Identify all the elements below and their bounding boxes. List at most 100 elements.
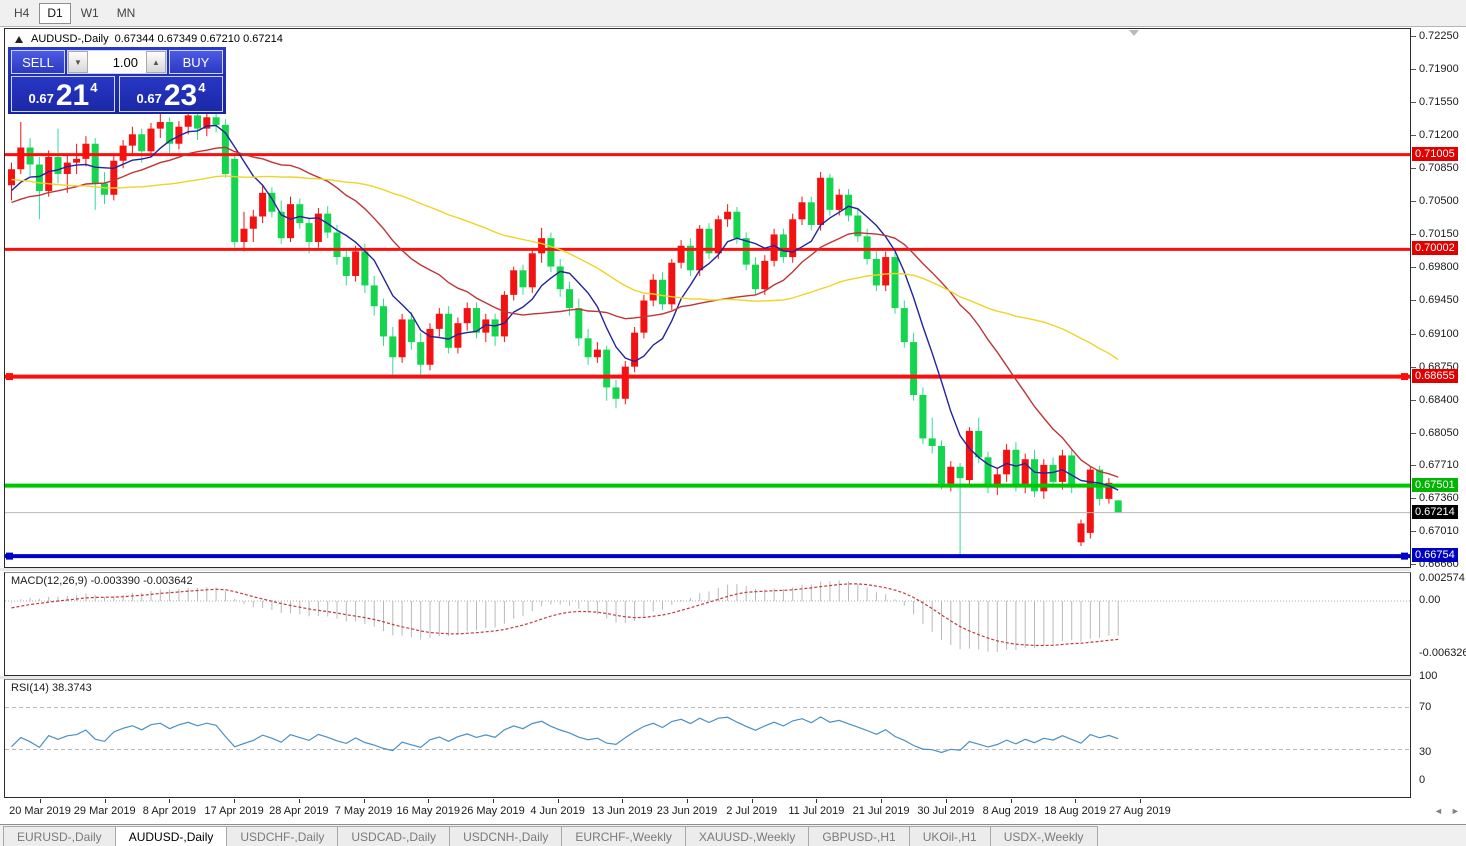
date-axis-label: 30 Jul 2019 xyxy=(917,805,974,817)
price-axis[interactable]: 0.722500.719000.715500.712000.708500.705… xyxy=(1411,28,1466,818)
tab-eurusd-daily[interactable]: EURUSD-,Daily xyxy=(3,826,116,846)
sell-price-display[interactable]: 0.67 21 4 xyxy=(11,76,115,112)
horizontal-scroll-arrows[interactable]: ◄► xyxy=(1434,806,1466,816)
symbol-label: AUDUSD-,Daily xyxy=(31,33,109,45)
timeframe-button-mn[interactable]: MN xyxy=(109,3,144,24)
axis-tick-mark xyxy=(1411,69,1416,70)
tab-audusd-daily[interactable]: AUDUSD-,Daily xyxy=(115,826,228,846)
date-tick-mark xyxy=(1011,799,1012,803)
date-axis-label: 16 May 2019 xyxy=(396,805,460,817)
timeframe-button-w1[interactable]: W1 xyxy=(73,3,107,24)
sell-price-main: 21 xyxy=(56,83,89,109)
date-tick-mark xyxy=(622,799,623,803)
date-axis-label: 23 Jun 2019 xyxy=(657,805,718,817)
price-axis-tick: 0.69800 xyxy=(1419,261,1459,273)
macd-axis-tick: 0.002574 xyxy=(1419,572,1465,584)
buy-price-pip: 4 xyxy=(198,80,205,95)
axis-tick-mark xyxy=(1411,267,1416,268)
chart-title: AUDUSD-,Daily 0.67344 0.67349 0.67210 0.… xyxy=(15,33,283,45)
volume-decrease-button[interactable]: ▼ xyxy=(68,51,88,73)
rsi-axis-tick: 30 xyxy=(1419,746,1431,758)
date-axis-label: 2 Jul 2019 xyxy=(726,805,777,817)
rsi-line xyxy=(12,717,1119,753)
date-axis-label: 28 Apr 2019 xyxy=(269,805,328,817)
tab-usdx-weekly[interactable]: USDX-,Weekly xyxy=(990,826,1098,846)
panel-splitter[interactable] xyxy=(0,568,1466,571)
timeframe-button-d1[interactable]: D1 xyxy=(39,3,70,24)
buy-button[interactable]: BUY xyxy=(169,50,223,74)
date-axis-label: 8 Apr 2019 xyxy=(143,805,196,817)
price-axis-tick: 0.67010 xyxy=(1419,525,1459,537)
axis-tick-mark xyxy=(1411,433,1416,434)
price-level-badge: 0.68655 xyxy=(1412,369,1458,383)
date-axis-label: 13 Jun 2019 xyxy=(592,805,653,817)
price-chart-panel[interactable]: AUDUSD-,Daily 0.67344 0.67349 0.67210 0.… xyxy=(4,28,1411,568)
date-tick-mark xyxy=(1075,799,1076,803)
axis-tick-mark xyxy=(1411,400,1416,401)
price-axis-tick: 0.69100 xyxy=(1419,328,1459,340)
buy-price-main: 23 xyxy=(164,83,197,109)
macd-canvas xyxy=(5,573,1410,675)
ma-7-line xyxy=(12,126,1119,491)
date-tick-mark xyxy=(169,799,170,803)
buy-price-display[interactable]: 0.67 23 4 xyxy=(119,76,223,112)
timeframe-button-h4[interactable]: H4 xyxy=(6,3,37,24)
tab-usdchf-daily[interactable]: USDCHF-,Daily xyxy=(226,826,338,846)
one-click-trading-panel: SELL ▼ 1.00 ▲ BUY 0.67 21 4 0.67 23 4 xyxy=(8,47,226,114)
tab-usdcad-daily[interactable]: USDCAD-,Daily xyxy=(337,826,450,846)
rsi-panel[interactable]: RSI(14) 38.3743 xyxy=(4,679,1411,798)
axis-tick-mark xyxy=(1411,102,1416,103)
date-tick-mark xyxy=(946,799,947,803)
date-axis-label: 20 Mar 2019 xyxy=(9,805,71,817)
date-axis-label: 21 Jul 2019 xyxy=(853,805,910,817)
tab-xauusd-weekly[interactable]: XAUUSD-,Weekly xyxy=(685,826,809,846)
date-axis-label: 27 Aug 2019 xyxy=(1109,805,1171,817)
chart-shift-marker-icon xyxy=(1129,30,1139,36)
rsi-axis-tick: 70 xyxy=(1419,701,1431,713)
date-axis-label: 11 Jul 2019 xyxy=(788,805,844,817)
price-axis-tick: 0.67710 xyxy=(1419,459,1459,471)
price-axis-tick: 0.71550 xyxy=(1419,96,1459,108)
price-level-badge: 0.66754 xyxy=(1412,548,1458,562)
price-axis-tick: 0.71200 xyxy=(1419,129,1459,141)
price-level-badge: 0.71005 xyxy=(1412,147,1458,161)
rsi-label: RSI(14) 38.3743 xyxy=(11,682,92,694)
date-tick-mark xyxy=(493,799,494,803)
tab-ukoil-h1[interactable]: UKOil-,H1 xyxy=(909,826,991,846)
sell-button[interactable]: SELL xyxy=(11,50,65,74)
tab-usdcnh-daily[interactable]: USDCNH-,Daily xyxy=(449,826,562,846)
axis-tick-mark xyxy=(1411,36,1416,37)
sell-price-pip: 4 xyxy=(90,80,97,95)
volume-input[interactable]: 1.00 xyxy=(88,51,146,73)
current-price-badge: 0.67214 xyxy=(1412,505,1458,519)
tab-gbpusd-h1[interactable]: GBPUSD-,H1 xyxy=(808,826,909,846)
macd-axis-tick: 0.00 xyxy=(1419,594,1440,606)
date-tick-mark xyxy=(816,799,817,803)
timeframe-toolbar: H4D1W1MN xyxy=(0,0,1466,27)
volume-increase-button[interactable]: ▲ xyxy=(146,51,166,73)
candles-layer xyxy=(8,106,1122,556)
macd-panel[interactable]: MACD(12,26,9) -0.003390 -0.003642 xyxy=(4,572,1411,676)
macd-signal-line xyxy=(12,584,1119,646)
chart-tabs: EURUSD-,DailyAUDUSD-,DailyUSDCHF-,DailyU… xyxy=(0,824,1466,846)
price-axis-tick: 0.71900 xyxy=(1419,63,1459,75)
axis-tick-mark xyxy=(1411,234,1416,235)
tab-eurchf-weekly[interactable]: EURCHF-,Weekly xyxy=(561,826,685,846)
date-axis[interactable]: 20 Mar 201929 Mar 20198 Apr 201917 Apr 2… xyxy=(4,799,1411,823)
axis-tick-mark xyxy=(1411,334,1416,335)
date-axis-label: 18 Aug 2019 xyxy=(1044,805,1106,817)
volume-spinner: ▼ 1.00 ▲ xyxy=(67,50,167,74)
date-axis-label: 8 Aug 2019 xyxy=(983,805,1039,817)
ma-45-line xyxy=(12,176,1119,360)
ohlc-values: 0.67344 0.67349 0.67210 0.67214 xyxy=(115,33,283,45)
axis-tick-mark xyxy=(1411,168,1416,169)
axis-tick-mark xyxy=(1411,201,1416,202)
macd-axis-tick: -0.006326 xyxy=(1419,647,1466,659)
rsi-canvas xyxy=(5,680,1410,797)
date-tick-mark xyxy=(299,799,300,803)
axis-tick-mark xyxy=(1411,531,1416,532)
price-level-badge: 0.70002 xyxy=(1412,241,1458,255)
sell-price-prefix: 0.67 xyxy=(29,91,54,106)
date-tick-mark xyxy=(1140,799,1141,803)
axis-tick-mark xyxy=(1411,367,1416,368)
